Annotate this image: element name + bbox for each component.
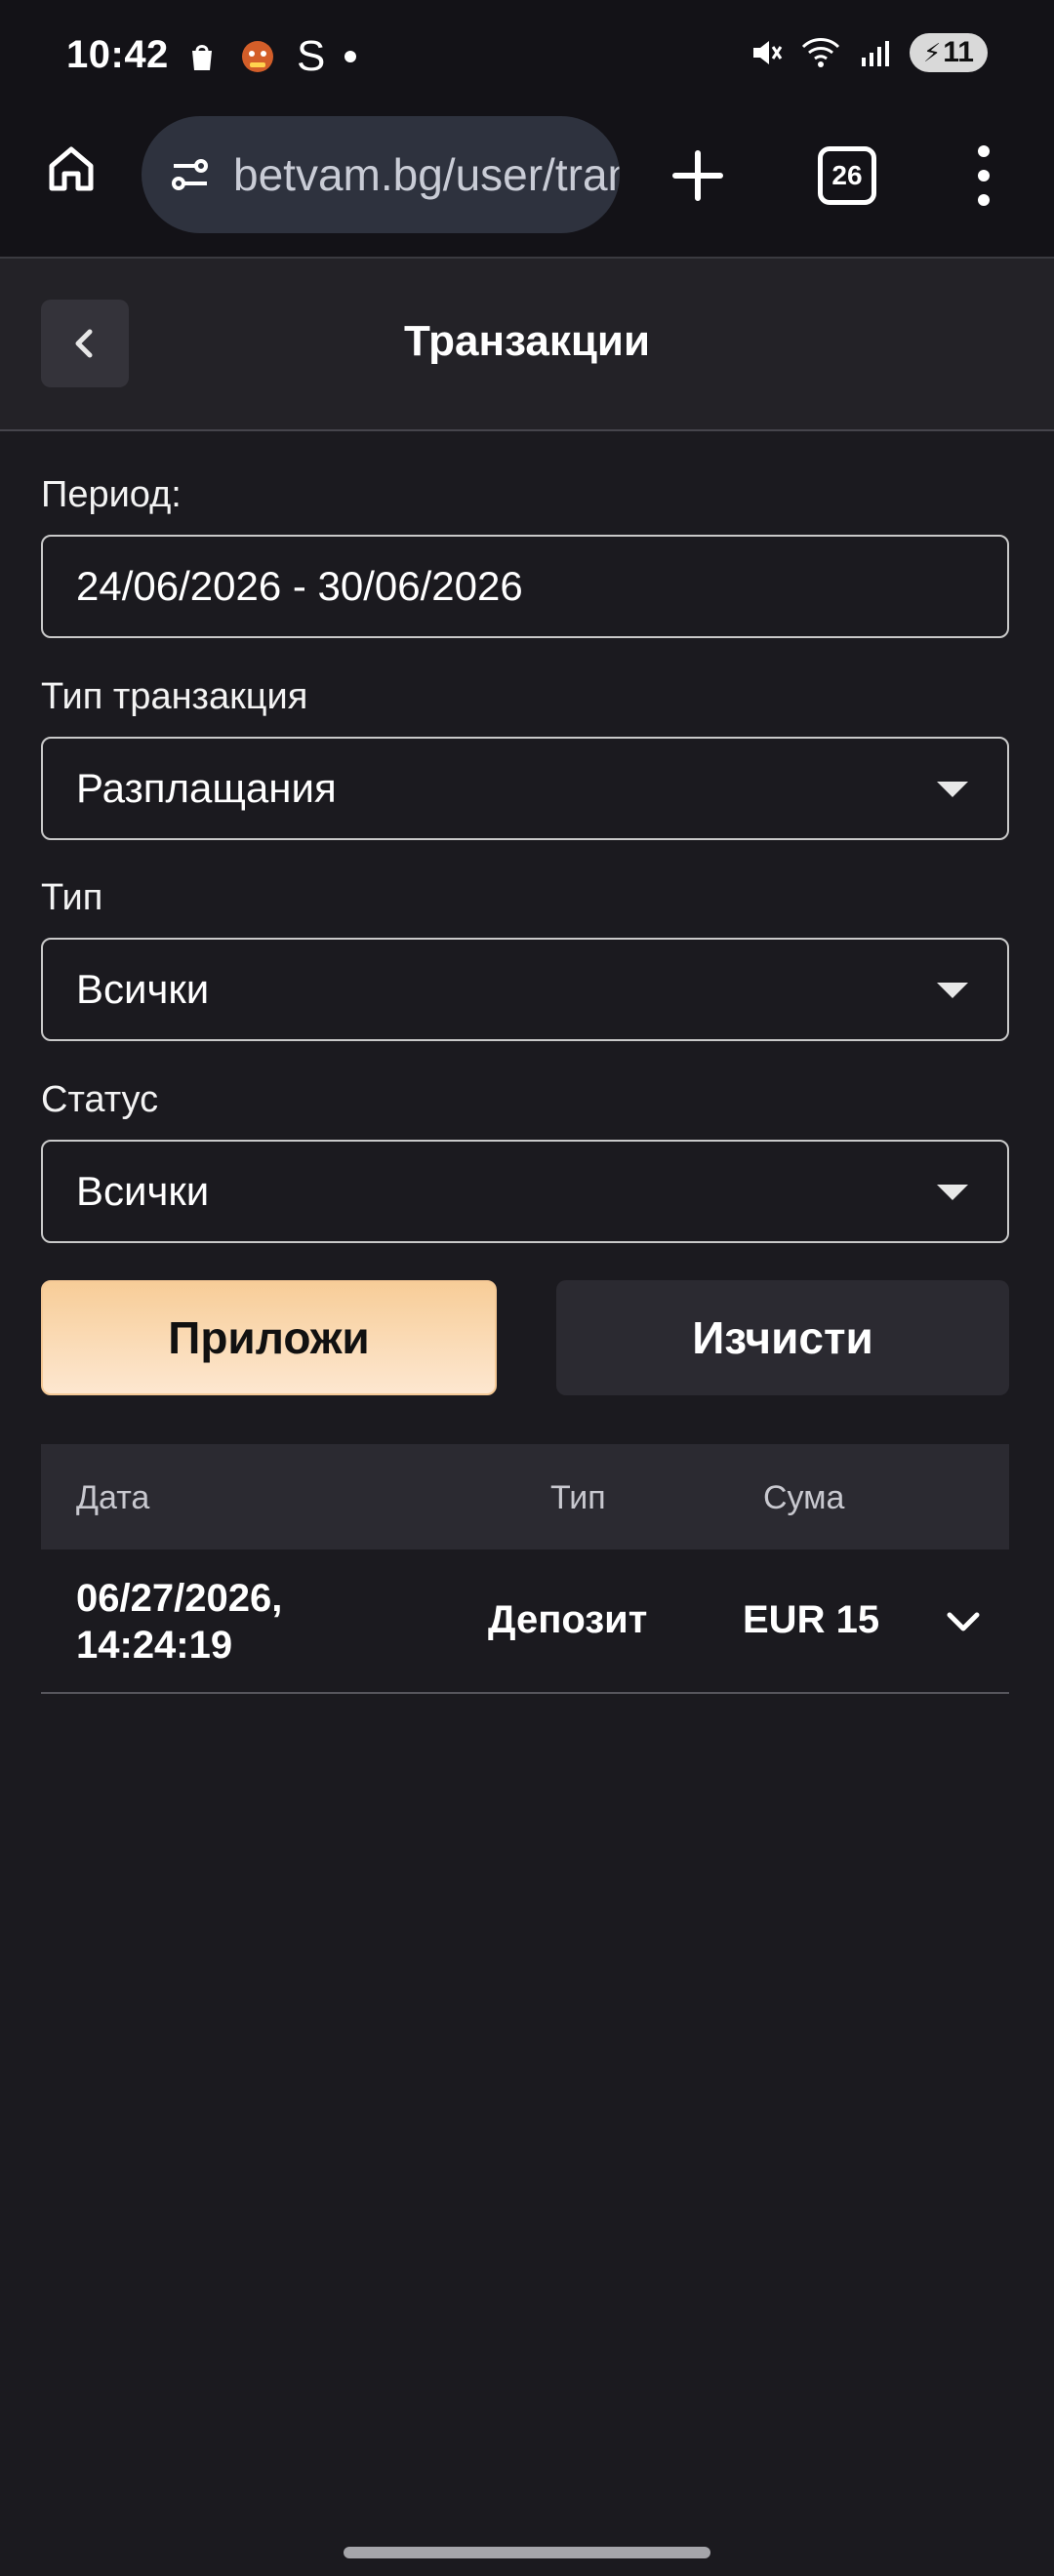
charging-bolt-icon: ⚡	[923, 37, 942, 67]
type-value: Всички	[76, 966, 210, 1012]
status-time: 10:42	[66, 33, 169, 76]
status-notification-icons: S	[185, 32, 357, 80]
s-notification-icon: S	[297, 32, 326, 80]
battery-indicator: ⚡ 11	[910, 33, 988, 72]
gesture-navigation-handle[interactable]	[344, 2547, 710, 2558]
site-settings-icon	[172, 159, 208, 190]
type-select[interactable]: Всички	[41, 938, 1009, 1041]
table-row[interactable]: 06/27/2026, 14:24:19 Депозит EUR 15	[41, 1550, 1009, 1694]
status-system-icons: ⚡ 11	[748, 33, 988, 72]
page-header: Транзакции	[0, 259, 1054, 431]
chevron-down-icon	[947, 1612, 980, 1631]
status-select[interactable]: Всички	[41, 1140, 1009, 1243]
period-value: 24/06/2026 - 30/06/2026	[76, 563, 523, 609]
transaction-amount: EUR 15	[743, 1598, 880, 1641]
transactions-table-header: Дата Тип Сума	[41, 1444, 1009, 1550]
status-bar: 10:42 S ⚡ 11	[0, 0, 1054, 112]
dropdown-arrow-icon	[937, 1185, 968, 1200]
tabs-button[interactable]: 26	[818, 146, 876, 205]
menu-button[interactable]	[969, 145, 998, 206]
dropdown-arrow-icon	[937, 782, 968, 797]
home-button[interactable]	[39, 137, 102, 200]
apply-button[interactable]: Приложи	[41, 1280, 497, 1395]
shopping-bag-icon	[192, 45, 212, 70]
url-text[interactable]: betvam.bg/user/transactions	[233, 148, 620, 201]
expand-row-button[interactable]	[939, 1598, 988, 1647]
signal-icon	[862, 41, 889, 66]
plus-icon	[672, 150, 723, 201]
status-value: Всички	[76, 1168, 210, 1214]
battery-level: 11	[943, 36, 974, 68]
transaction-type-select[interactable]: Разплащания	[41, 737, 1009, 840]
transaction-type: Депозит	[488, 1598, 648, 1641]
period-label: Период:	[41, 474, 182, 515]
type-label: Тип	[41, 877, 103, 918]
address-bar[interactable]: betvam.bg/user/transactions	[142, 116, 620, 233]
tab-count: 26	[831, 160, 863, 190]
type-column-header: Тип	[550, 1479, 606, 1516]
clear-button[interactable]: Изчисти	[556, 1280, 1009, 1395]
wifi-icon	[801, 38, 840, 67]
transaction-type-label: Тип транзакция	[41, 676, 308, 717]
site-settings-button[interactable]	[167, 151, 214, 198]
amount-column-header: Сума	[763, 1479, 845, 1516]
dot-indicator	[345, 51, 357, 62]
more-vert-icon	[978, 145, 990, 206]
browser-toolbar: betvam.bg/user/transactions 26	[0, 112, 1054, 259]
transaction-date: 06/27/2026, 14:24:19	[76, 1575, 282, 1669]
date-column-header: Дата	[76, 1479, 150, 1516]
status-label: Статус	[41, 1079, 159, 1120]
page-title: Транзакции	[403, 317, 651, 365]
new-tab-button[interactable]	[669, 146, 727, 205]
dropdown-arrow-icon	[937, 983, 968, 998]
transaction-type-value: Разплащания	[76, 765, 337, 811]
transaction-time-line: 14:24:19	[76, 1624, 233, 1667]
mute-icon	[753, 41, 783, 64]
home-icon	[49, 146, 93, 190]
game-app-icon	[242, 41, 273, 72]
transaction-date-line: 06/27/2026,	[76, 1577, 283, 1620]
period-date-range-input[interactable]: 24/06/2026 - 30/06/2026	[41, 535, 1009, 638]
